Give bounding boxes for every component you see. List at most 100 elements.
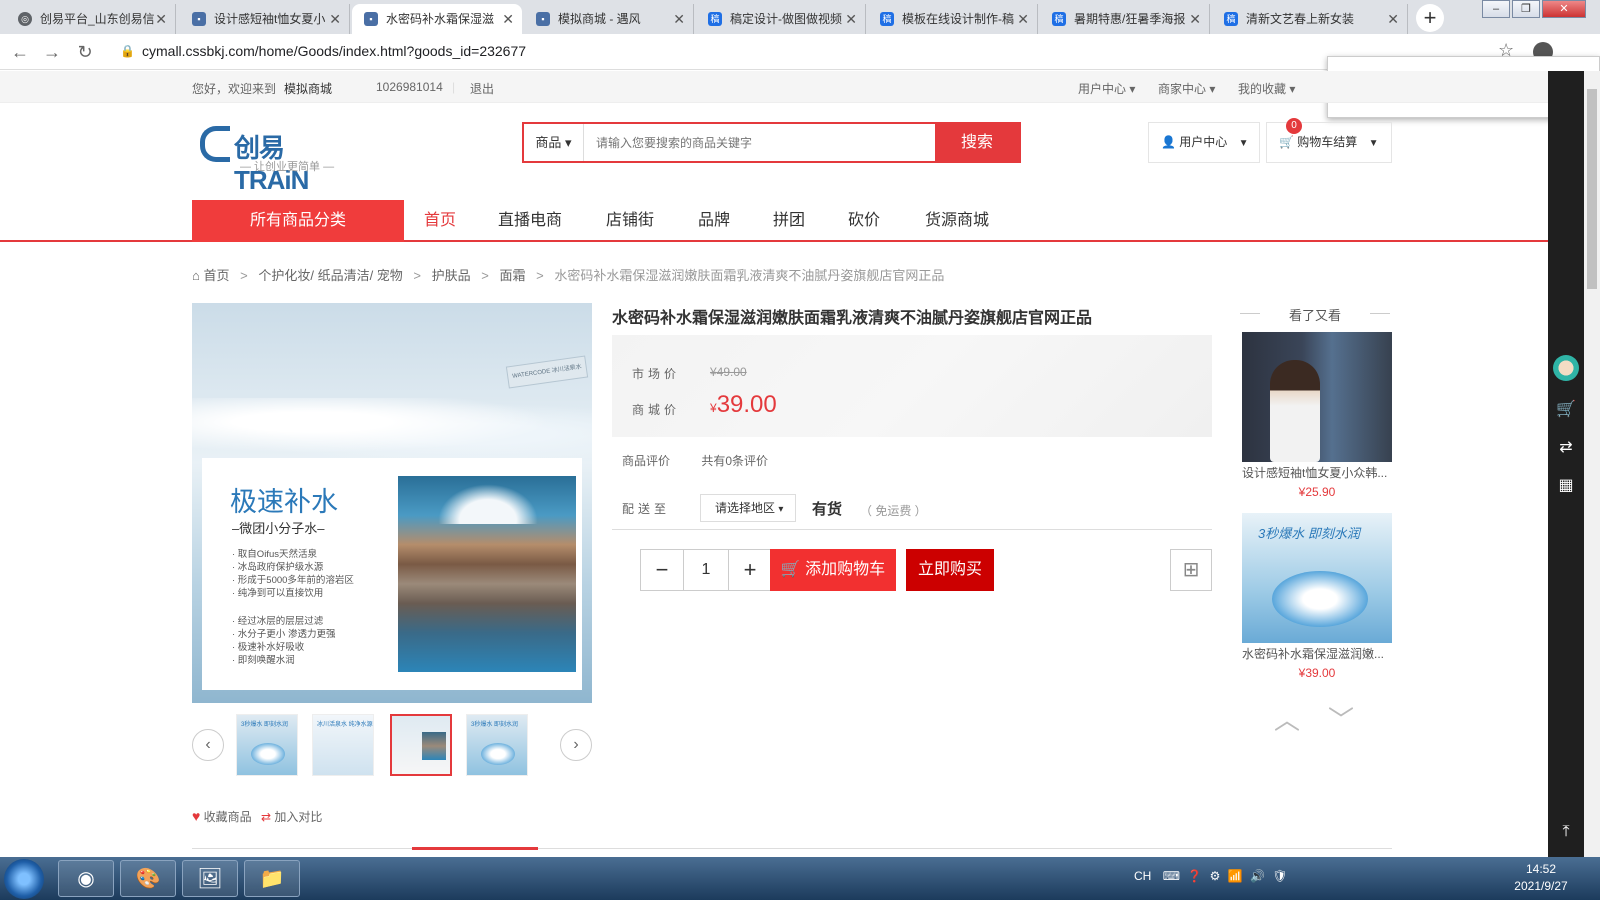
chevron-up-icon[interactable]: ︿ <box>1274 700 1300 737</box>
nav-item-supply[interactable]: 货源商城 <box>925 200 989 242</box>
security-icon[interactable]: 🛡 <box>1272 869 1287 883</box>
also-viewed-item[interactable]: 设计感短袖t恤女夏小众韩... ¥25.90 <box>1242 332 1392 499</box>
new-tab-button[interactable]: + <box>1416 4 1444 32</box>
close-icon[interactable]: ✕ <box>155 4 167 34</box>
rating-text[interactable]: 共有0条评价 <box>701 454 768 468</box>
nav-item-shops[interactable]: 店铺街 <box>606 200 654 242</box>
also-viewed-name[interactable]: 水密码补水霜保湿滋润嫩... <box>1242 645 1392 662</box>
thumbnail[interactable]: 冰川活泉水 纯净水源 <box>312 714 374 776</box>
nav-item-live[interactable]: 直播电商 <box>498 200 562 242</box>
price-box: 市场价 ¥49.00 商城价 ¥39.00 <box>612 335 1212 437</box>
settings-icon[interactable]: ⚙ <box>1210 869 1221 883</box>
increase-button[interactable]: + <box>729 550 771 590</box>
also-viewed-item[interactable]: 3秒爆水 即刻水润 水密码补水霜保湿滋润嫩... ¥39.00 <box>1242 513 1392 680</box>
region-select[interactable]: 请选择地区 ▾ <box>700 494 796 522</box>
nav-item-home[interactable]: 首页 <box>424 200 456 242</box>
browser-tab[interactable]: 稿 清新文艺春上新女装 ✕ <box>1212 4 1408 34</box>
avatar[interactable] <box>1553 355 1579 381</box>
browser-tab[interactable]: 稿 稿定设计-做图做视频 ✕ <box>696 4 866 34</box>
cart-label: 购物车结算 <box>1297 135 1358 149</box>
home-icon: ⌂ <box>192 268 200 283</box>
close-window-icon[interactable]: ✕ <box>1542 0 1586 18</box>
merchant-center-link[interactable]: 商家中心 ▾ <box>1158 80 1215 97</box>
reload-icon[interactable]: ↻ <box>73 40 97 64</box>
browser-tab[interactable]: ◎ 创易平台_山东创易信 ✕ <box>6 4 176 34</box>
quantity-input[interactable]: 1 <box>683 550 729 590</box>
network-icon[interactable]: 📶 <box>1228 869 1243 883</box>
thumbnail-selected[interactable] <box>390 714 452 776</box>
thumbnail[interactable]: 3秒爆水 即刻水润 <box>236 714 298 776</box>
decrease-button[interactable]: − <box>641 550 683 590</box>
address-bar[interactable]: cymall.cssbkj.com/home/Goods/index.html?… <box>142 43 526 59</box>
browser-tab[interactable]: ▪ 设计感短袖t恤女夏小 ✕ <box>180 4 350 34</box>
chrome-icon[interactable]: ◉ <box>58 860 114 897</box>
cart-icon[interactable]: 🛒 <box>1548 399 1584 419</box>
mall-name-link[interactable]: 模拟商城 <box>284 80 332 97</box>
folder-icon[interactable]: 📁 <box>244 860 300 897</box>
also-viewed-name[interactable]: 设计感短袖t恤女夏小众韩... <box>1242 464 1392 481</box>
also-viewed-image[interactable] <box>1242 332 1392 462</box>
thumbnail[interactable]: 3秒爆水 即刻水润 <box>466 714 528 776</box>
user-center-link[interactable]: 用户中心 ▾ <box>1078 80 1135 97</box>
rating-label: 商品评价 <box>622 454 671 468</box>
image-viewer-icon[interactable]: 🖼 <box>182 860 238 897</box>
nav-item-brands[interactable]: 品牌 <box>698 200 730 242</box>
glacier-graphic <box>192 398 592 458</box>
nav-item-group-buy[interactable]: 拼团 <box>773 200 805 242</box>
user-center-dropdown[interactable]: 👤 用户中心 ▼ <box>1148 122 1260 163</box>
browser-tab[interactable]: 稿 模板在线设计制作-稿 ✕ <box>868 4 1038 34</box>
vertical-scrollbar[interactable] <box>1584 71 1600 857</box>
site-logo[interactable]: 创易TRAiN — 让创业更简单 — <box>200 126 340 195</box>
nav-item-bargain[interactable]: 砍价 <box>848 200 880 242</box>
breadcrumb-subcategory[interactable]: 护肤品 <box>432 268 471 283</box>
search-input[interactable] <box>586 124 934 161</box>
forward-icon[interactable]: → <box>40 40 64 64</box>
compare-link[interactable]: 加入对比 <box>274 810 322 824</box>
breadcrumb-category[interactable]: 个护化妆/ 纸品清洁/ 宠物 <box>258 268 402 283</box>
close-icon[interactable]: ✕ <box>329 4 341 34</box>
search-button[interactable]: 搜索 <box>935 124 1019 161</box>
cart-dropdown[interactable]: 🛒 购物车结算 ▼ <box>1266 122 1392 163</box>
thumbnail-next-button[interactable]: › <box>560 729 592 761</box>
also-viewed-title: 看了又看 <box>1240 305 1390 324</box>
all-categories-button[interactable]: 所有商品分类 <box>192 200 404 242</box>
also-viewed-image[interactable]: 3秒爆水 即刻水润 <box>1242 513 1392 643</box>
search-category-select[interactable]: 商品 ▾ <box>524 124 584 161</box>
gaoding-icon: 稿 <box>880 12 894 26</box>
product-main-image[interactable]: WATERCODE 冰川活泉水 极速补水 –微团小分子水– · 取自Oifus天… <box>192 303 592 703</box>
close-icon[interactable]: ✕ <box>845 4 857 34</box>
thumbnail-prev-button[interactable]: ‹ <box>192 729 224 761</box>
my-favorites-link[interactable]: 我的收藏 ▾ <box>1238 80 1295 97</box>
language-indicator[interactable]: CH <box>1134 869 1151 883</box>
back-to-top-icon[interactable]: ⤒ <box>1548 823 1584 841</box>
close-icon[interactable]: ✕ <box>1189 4 1201 34</box>
buy-now-button[interactable]: 立即购买 <box>906 549 994 591</box>
start-button[interactable] <box>4 859 44 899</box>
favorite-link[interactable]: 收藏商品 <box>204 810 252 824</box>
user-id[interactable]: 1026981014 <box>376 80 443 94</box>
volume-icon[interactable]: 🔊 <box>1250 869 1265 883</box>
back-icon[interactable]: ← <box>8 40 32 64</box>
qr-code-icon[interactable]: ⊞ <box>1170 549 1212 591</box>
browser-tab-active[interactable]: ▪ 水密码补水霜保湿滋 ✕ <box>352 4 522 34</box>
help-icon[interactable]: ❓ <box>1187 869 1202 883</box>
minimize-icon[interactable]: – <box>1482 0 1510 18</box>
browser-tab[interactable]: ▪ 模拟商城 - 遇风 ✕ <box>524 4 694 34</box>
window-controls: – ❐ ✕ <box>1482 0 1586 20</box>
grid-icon[interactable]: ▦ <box>1548 475 1584 495</box>
close-icon[interactable]: ✕ <box>1387 4 1399 34</box>
close-icon[interactable]: ✕ <box>502 4 514 34</box>
keyboard-icon[interactable]: ⌨ <box>1163 869 1180 883</box>
breadcrumb-leaf-category[interactable]: 面霜 <box>500 268 526 283</box>
restore-icon[interactable]: ❐ <box>1512 0 1540 18</box>
clock[interactable]: 14:52 2021/9/27 <box>1506 861 1576 895</box>
compare-icon[interactable]: ⇄ <box>1548 437 1584 457</box>
add-to-cart-button[interactable]: 🛒 添加购物车 <box>770 549 896 591</box>
chevron-down-icon[interactable]: ﹀ <box>1328 700 1354 737</box>
paint-icon[interactable]: 🎨 <box>120 860 176 897</box>
logout-link[interactable]: 退出 <box>470 80 494 97</box>
breadcrumb-home[interactable]: 首页 <box>203 268 229 283</box>
browser-tab[interactable]: 稿 暑期特惠/狂暑季海报 ✕ <box>1040 4 1210 34</box>
close-icon[interactable]: ✕ <box>1017 4 1029 34</box>
close-icon[interactable]: ✕ <box>673 4 685 34</box>
